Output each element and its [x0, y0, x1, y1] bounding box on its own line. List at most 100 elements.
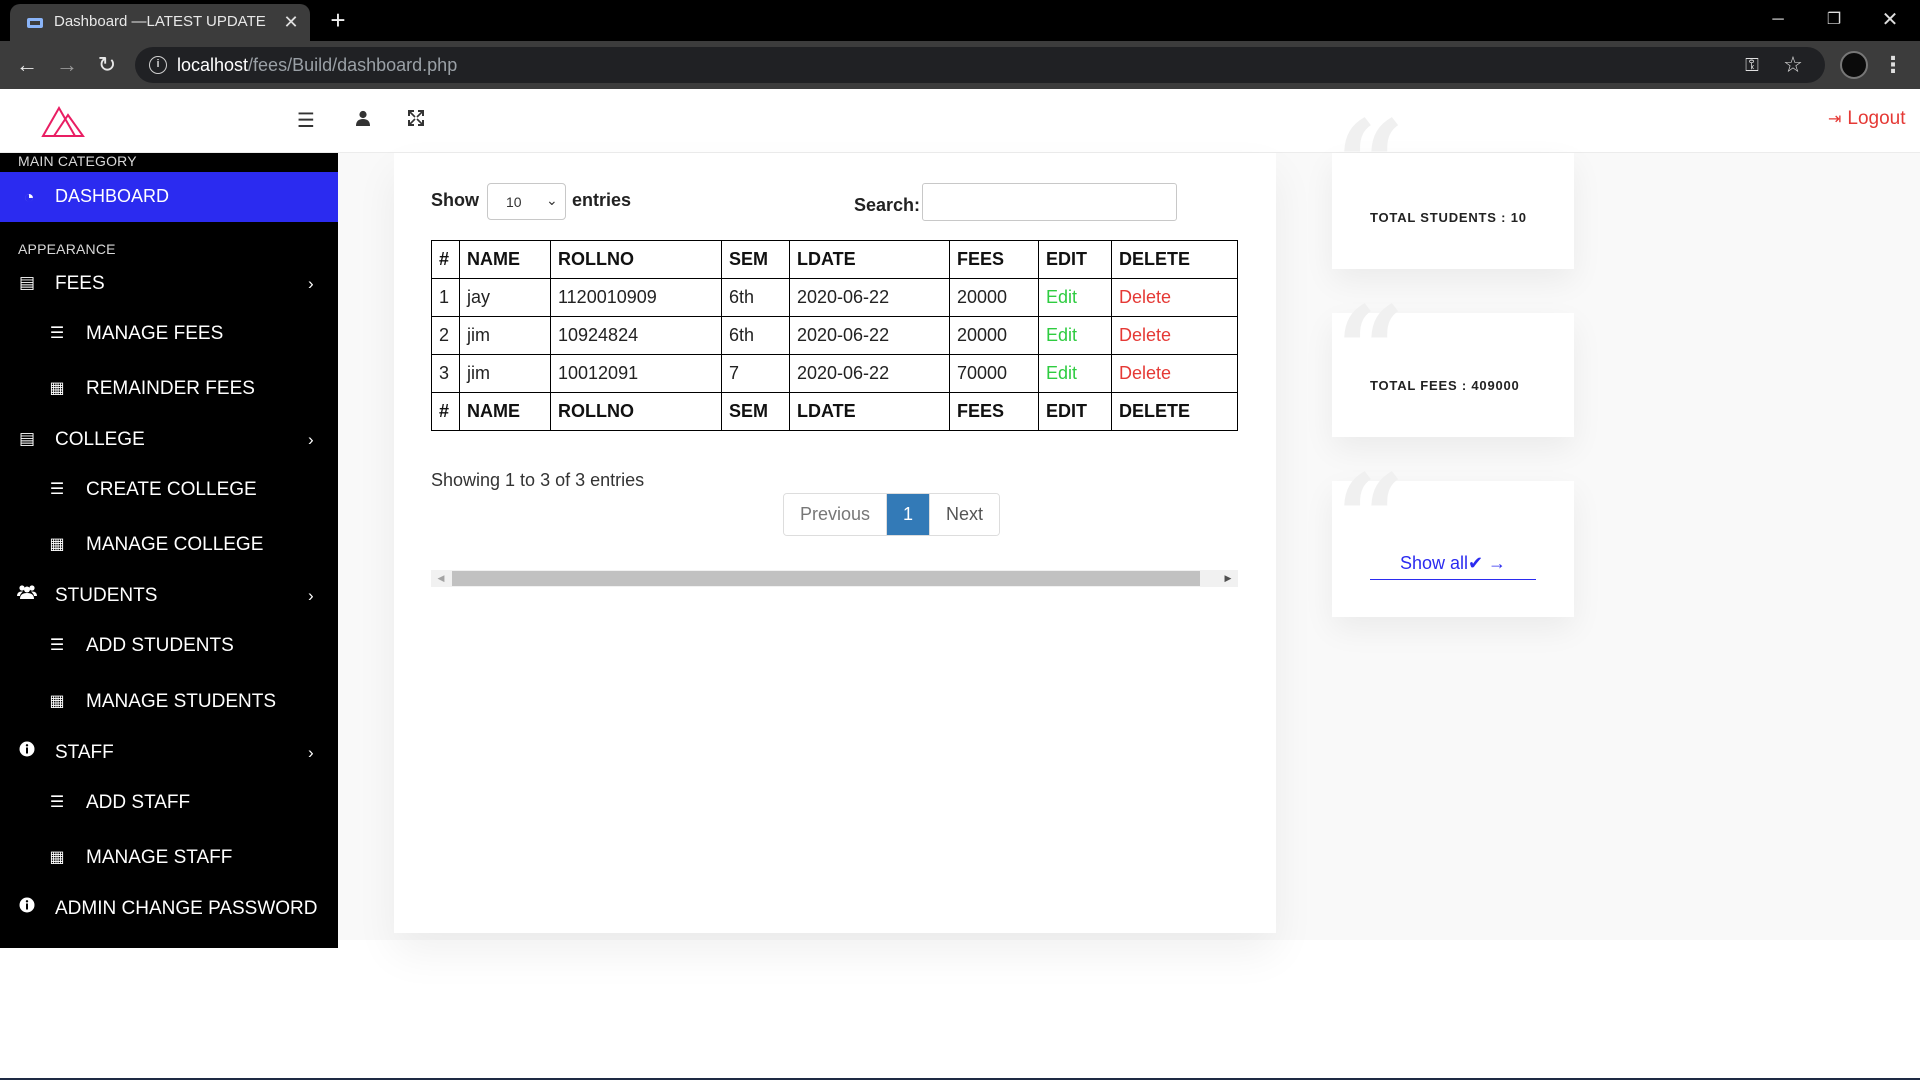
- cell-ldate: 2020-06-22: [789, 354, 950, 393]
- sidebar-subitem-create-college[interactable]: ☰ CREATE COLLEGE: [0, 470, 338, 510]
- show-all-card: “ Show all✔ →: [1332, 459, 1574, 617]
- scroll-right-arrow-icon[interactable]: ▶: [1218, 570, 1238, 587]
- column-header-ldate[interactable]: LDATE: [789, 240, 950, 279]
- sidebar-subitem-add-staff[interactable]: ☰ ADD STAFF: [0, 783, 338, 823]
- edit-link[interactable]: Edit: [1046, 287, 1077, 307]
- column-header-delete[interactable]: DELETE: [1111, 240, 1238, 279]
- cell-ldate: 2020-06-22: [789, 278, 950, 317]
- server-list-icon: ▦: [49, 693, 65, 710]
- cell-num: 1: [431, 278, 460, 317]
- restore-icon[interactable]: ❐: [1806, 0, 1862, 41]
- logout-label: Logout: [1847, 108, 1906, 129]
- cell-num: 3: [431, 354, 460, 393]
- delete-link[interactable]: Delete: [1119, 287, 1171, 307]
- cell-fees: 20000: [949, 278, 1039, 317]
- entries-per-page-select[interactable]: 10 ⌄: [487, 183, 566, 220]
- url-host: localhost: [177, 55, 249, 75]
- cell-rollno: 1120010909: [550, 278, 722, 317]
- sidebar-subitem-label: ADD STAFF: [86, 792, 191, 813]
- address-bar[interactable]: i localhost/fees/Build/dashboard.php ⚿ ☆: [135, 47, 1825, 83]
- sidebar-subitem-manage-fees[interactable]: ☰ MANAGE FEES: [0, 314, 338, 354]
- table-row: 1 jay 1120010909 6th 2020-06-22 20000 Ed…: [431, 278, 1238, 317]
- footer-header-sem: SEM: [721, 392, 790, 431]
- column-header-rollno[interactable]: ROLLNO: [550, 240, 722, 279]
- cell-num: 2: [431, 316, 460, 355]
- chevron-right-icon: ›: [308, 274, 314, 293]
- scroll-left-arrow-icon[interactable]: ◀: [431, 570, 451, 587]
- cell-fees: 20000: [949, 316, 1039, 355]
- menu-toggle-icon[interactable]: ☰: [294, 109, 318, 133]
- sidebar-subitem-add-students[interactable]: ☰ ADD STUDENTS: [0, 626, 338, 666]
- browser-menu-icon[interactable]: ⋮: [1882, 51, 1904, 79]
- sidebar-subitem-manage-students[interactable]: ▦ MANAGE STUDENTS: [0, 682, 338, 722]
- previous-page-button[interactable]: Previous: [784, 494, 888, 535]
- column-header-num[interactable]: #: [431, 240, 460, 279]
- info-circle-icon: [16, 741, 38, 763]
- delete-link[interactable]: Delete: [1119, 325, 1171, 345]
- forward-arrow-icon[interactable]: →: [53, 51, 81, 79]
- reload-icon[interactable]: ↻: [93, 51, 121, 79]
- url-text[interactable]: localhost/fees/Build/dashboard.php: [177, 55, 457, 76]
- profile-avatar[interactable]: [1840, 51, 1868, 79]
- show-label: Show: [431, 190, 479, 210]
- dashboard-gauge-icon: ◔: [23, 187, 35, 207]
- sidebar-item-students[interactable]: STUDENTS ›: [0, 576, 338, 616]
- edit-link[interactable]: Edit: [1046, 363, 1077, 383]
- column-header-edit[interactable]: EDIT: [1038, 240, 1112, 279]
- logout-icon: ⇥: [1828, 111, 1842, 128]
- search-input[interactable]: [922, 183, 1177, 221]
- cell-fees: 70000: [949, 354, 1039, 393]
- new-tab-button[interactable]: +: [325, 7, 351, 34]
- page-1-button[interactable]: 1: [887, 494, 930, 535]
- sidebar-item-staff[interactable]: STAFF ›: [0, 733, 338, 773]
- bookmark-star-icon[interactable]: ☆: [1781, 53, 1805, 77]
- column-header-fees[interactable]: FEES: [949, 240, 1039, 279]
- entries-label: entries: [572, 190, 632, 210]
- total-fees-text: TOTAL FEES : 409000: [1370, 378, 1520, 393]
- column-header-sem[interactable]: SEM: [721, 240, 790, 279]
- footer-header-rollno: ROLLNO: [550, 392, 722, 431]
- fees-table: # NAME ROLLNO SEM LDATE FEES EDIT DELETE…: [431, 240, 1238, 431]
- show-all-link[interactable]: Show all✔ →: [1370, 550, 1536, 580]
- sidebar-item-label: ADMIN CHANGE PASSWORD: [55, 898, 318, 919]
- next-page-button[interactable]: Next: [929, 494, 1000, 535]
- browser-tab[interactable]: Dashboard —LATEST UPDATE ✕: [10, 4, 310, 41]
- fullscreen-icon[interactable]: [404, 109, 428, 133]
- server-list-icon: ▦: [49, 849, 65, 866]
- horizontal-scrollbar[interactable]: ◀ ▶: [431, 570, 1238, 587]
- cell-name: jim: [459, 354, 551, 393]
- sidebar-subitem-manage-college[interactable]: ▦ MANAGE COLLEGE: [0, 525, 338, 565]
- cell-name: jay: [459, 278, 551, 317]
- sidebar-category-main: MAIN CATEGORY: [18, 153, 137, 169]
- site-info-icon[interactable]: i: [149, 56, 167, 74]
- sidebar-subitem-manage-staff[interactable]: ▦ MANAGE STAFF: [0, 838, 338, 878]
- brand-logo[interactable]: [40, 103, 86, 139]
- close-window-icon[interactable]: ✕: [1862, 0, 1918, 41]
- tab-close-icon[interactable]: ✕: [280, 11, 302, 33]
- footer-header-fees: FEES: [949, 392, 1039, 431]
- cell-edit: Edit: [1038, 316, 1112, 355]
- quote-icon: “: [1336, 280, 1406, 421]
- sidebar-item-dashboard[interactable]: ◔ DASHBOARD: [0, 172, 338, 222]
- sidebar-subitem-remainder-fees[interactable]: ▦ REMAINDER FEES: [0, 369, 338, 409]
- sidebar-item-admin-change-password[interactable]: ADMIN CHANGE PASSWORD: [0, 889, 338, 929]
- sidebar-subitem-label: REMAINDER FEES: [86, 378, 255, 399]
- sidebar-item-college[interactable]: ▤ COLLEGE ›: [0, 420, 338, 460]
- sidebar-item-fees[interactable]: ▤ FEES ›: [0, 264, 338, 304]
- logout-link[interactable]: ⇥ Logout: [1828, 108, 1906, 130]
- column-header-name[interactable]: NAME: [459, 240, 551, 279]
- sidebar-item-label: STAFF: [55, 742, 114, 763]
- user-icon[interactable]: [351, 109, 375, 133]
- delete-link[interactable]: Delete: [1119, 363, 1171, 383]
- entries-select-value: 10: [506, 194, 522, 210]
- sidebar-subitem-label: MANAGE COLLEGE: [86, 534, 264, 555]
- sidebar-item-label: DASHBOARD: [55, 186, 170, 206]
- sidebar: MAIN CATEGORY ◔ DASHBOARD APPEARANCE ▤ F…: [0, 153, 338, 948]
- edit-link[interactable]: Edit: [1046, 325, 1077, 345]
- scrollbar-thumb[interactable]: [452, 571, 1200, 586]
- back-arrow-icon[interactable]: ←: [13, 51, 41, 79]
- total-students-card: “ TOTAL STUDENTS : 10: [1332, 105, 1574, 269]
- cell-delete: Delete: [1111, 354, 1238, 393]
- minimize-icon[interactable]: ─: [1750, 0, 1806, 41]
- key-icon[interactable]: ⚿: [1741, 54, 1763, 76]
